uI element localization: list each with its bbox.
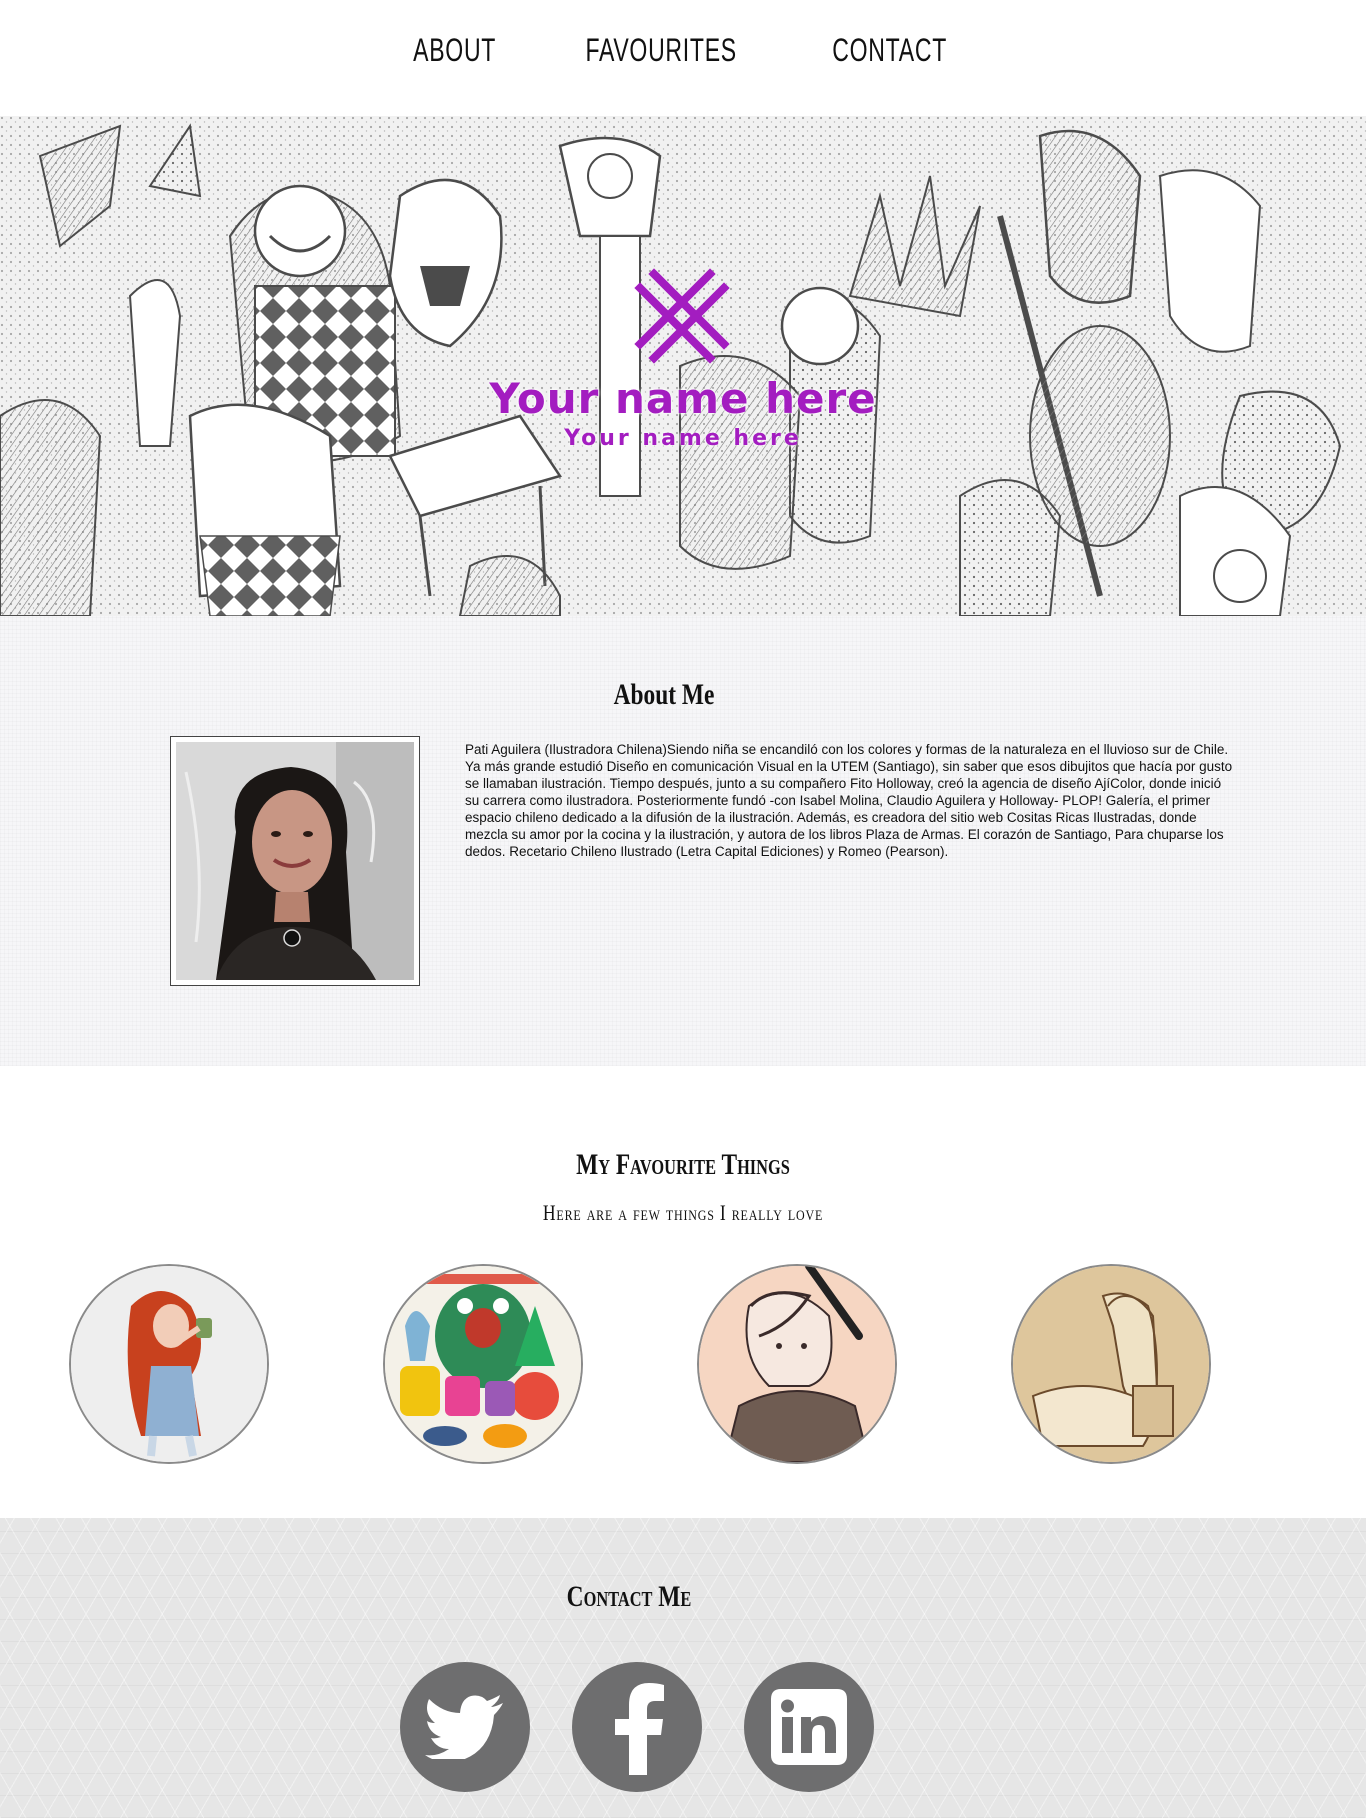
favourite-image-1[interactable] — [69, 1264, 269, 1464]
favourites-subtitle: Here are a few things I really love — [542, 1200, 824, 1225]
about-title: About Me — [613, 678, 715, 711]
portrait-photo — [170, 736, 420, 986]
contact-section: Contact Me — [0, 1518, 1366, 1818]
favourites-section: My Favourite Things Here are a few thing… — [0, 1066, 1366, 1518]
twitter-icon[interactable] — [400, 1662, 530, 1792]
nav-favourites[interactable]: Favourites — [585, 32, 736, 69]
hero-subtitle: Your name here — [564, 426, 802, 451]
cross-hatch-logo-icon — [634, 268, 730, 364]
linkedin-icon[interactable] — [744, 1662, 874, 1792]
top-navigation: About Favourites Contact — [0, 0, 1366, 116]
hero-title: Your name here — [489, 374, 877, 423]
favourite-image-4[interactable] — [1011, 1264, 1211, 1464]
nav-contact[interactable]: Contact — [832, 32, 947, 69]
contact-title: Contact Me — [566, 1580, 692, 1613]
about-section: About Me Pati Aguilera (Ilustradora Chil… — [0, 616, 1366, 1066]
nav-about[interactable]: About — [413, 32, 496, 69]
about-bio: Pati Aguilera (Ilustradora Chilena)Siend… — [465, 742, 1233, 859]
favourite-image-2[interactable] — [383, 1264, 583, 1464]
hero-banner: Your name here Your name here — [0, 116, 1366, 616]
favourites-title: My Favourite Things — [576, 1148, 790, 1181]
favourite-image-3[interactable] — [697, 1264, 897, 1464]
facebook-icon[interactable] — [572, 1662, 702, 1792]
